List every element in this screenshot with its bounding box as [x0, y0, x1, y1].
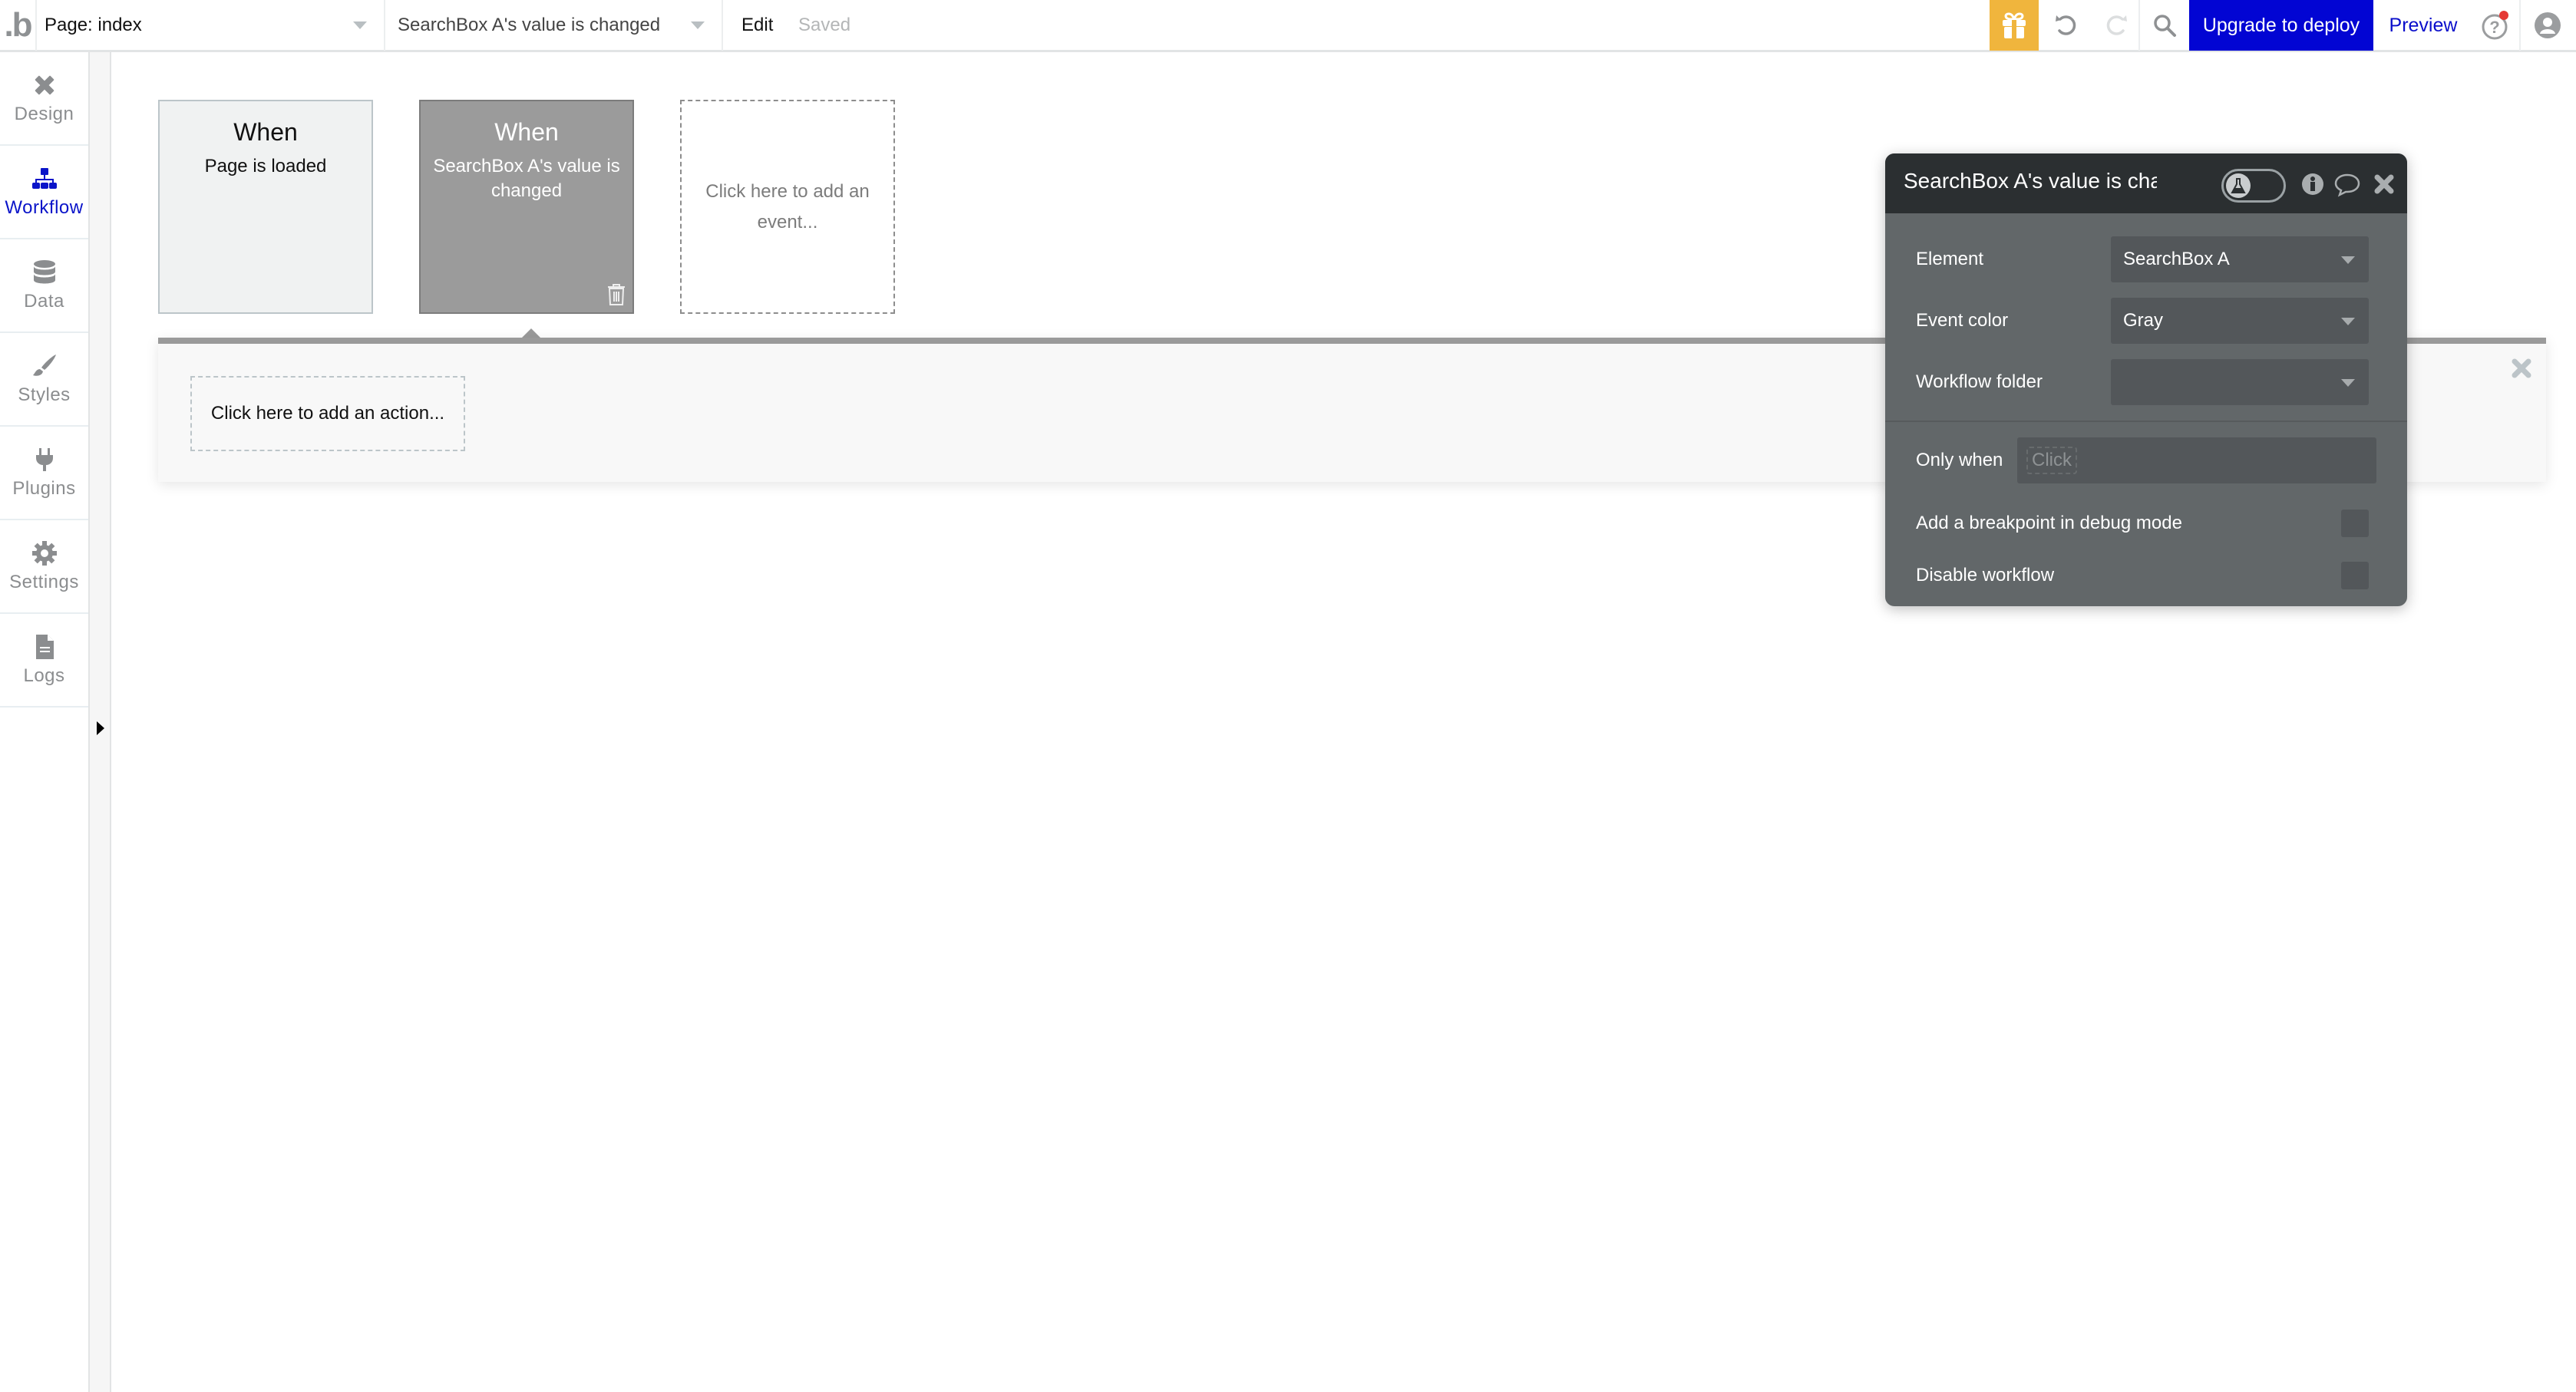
- panel-divider: [1885, 421, 2407, 422]
- event-card-page-loaded[interactable]: When Page is loaded: [158, 100, 373, 314]
- sidebar-item-label: Workflow: [5, 197, 84, 218]
- event-color-dropdown[interactable]: Gray: [2111, 298, 2369, 344]
- field-only-when: Only when Click: [1885, 437, 2407, 483]
- field-label: Only when: [1916, 450, 2003, 470]
- test-mode-toggle[interactable]: [2221, 169, 2286, 203]
- sidebar-item-label: Logs: [23, 665, 65, 686]
- expand-arrow-icon[interactable]: [97, 721, 104, 735]
- field-label: Workflow folder: [1916, 371, 2043, 392]
- expression-placeholder[interactable]: Click: [2026, 447, 2077, 474]
- field-element: Element SearchBox A: [1885, 236, 2407, 282]
- chevron-down-icon: [691, 21, 705, 29]
- workflow-selector-label: SearchBox A's value is changed: [398, 15, 661, 35]
- close-icon[interactable]: [2511, 358, 2532, 379]
- event-property-panel: SearchBox A's value is changed Element: [1885, 153, 2407, 606]
- field-label: Element: [1916, 249, 1984, 269]
- sidebar-collapse-strip: [90, 52, 111, 1392]
- brush-icon: [32, 355, 56, 376]
- sidebar-item-logs[interactable]: Logs: [0, 614, 88, 708]
- panel-title: SearchBox A's value is changed: [1904, 169, 2157, 193]
- save-status: Saved: [798, 15, 851, 35]
- sidebar-item-label: Design: [14, 104, 74, 124]
- close-icon[interactable]: [2373, 173, 2395, 195]
- dropdown-value: Gray: [2123, 310, 2164, 331]
- event-when-label: When: [494, 118, 559, 146]
- database-icon: [33, 260, 55, 284]
- element-dropdown[interactable]: SearchBox A: [2111, 236, 2369, 282]
- workflow-icon: [31, 168, 57, 189]
- sidebar-item-label: Data: [24, 291, 64, 312]
- field-label: Event color: [1916, 310, 2009, 331]
- chevron-down-icon: [353, 21, 367, 29]
- notification-dot: [2499, 11, 2508, 20]
- sidebar-item-styles[interactable]: Styles: [0, 333, 88, 427]
- panel-header: SearchBox A's value is changed: [1885, 153, 2407, 213]
- disable-workflow-checkbox[interactable]: [2341, 562, 2369, 589]
- chevron-down-icon: [2341, 318, 2355, 325]
- page-selector[interactable]: Page: index: [37, 0, 385, 51]
- field-workflow-folder: Workflow folder: [1885, 359, 2407, 405]
- redo-icon: [2106, 15, 2127, 35]
- event-when-label: When: [233, 118, 298, 146]
- account-button[interactable]: [2522, 0, 2573, 51]
- top-bar: .b Page: index SearchBox A's value is ch…: [0, 0, 2576, 52]
- redo-button[interactable]: [2093, 0, 2140, 51]
- trash-icon[interactable]: [606, 283, 626, 306]
- edit-menu[interactable]: Edit: [741, 0, 773, 51]
- gear-icon: [31, 541, 57, 566]
- add-action-button[interactable]: Click here to add an action...: [190, 376, 465, 451]
- event-description: Page is loaded: [204, 156, 327, 176]
- chevron-down-icon: [2341, 379, 2355, 387]
- search-button[interactable]: [2143, 0, 2186, 51]
- add-event-button[interactable]: Click here to add an event...: [680, 100, 895, 314]
- preview-button[interactable]: Preview: [2373, 0, 2473, 51]
- sidebar-item-settings[interactable]: Settings: [0, 520, 88, 614]
- sidebar-item-workflow[interactable]: Workflow: [0, 146, 88, 239]
- field-event-color: Event color Gray: [1885, 298, 2407, 344]
- undo-button[interactable]: [2045, 0, 2088, 51]
- add-event-label: Click here to add an event...: [705, 180, 870, 233]
- sidebar-item-label: Styles: [18, 384, 71, 405]
- info-icon[interactable]: [2301, 173, 2324, 196]
- page-selector-label: Page: index: [45, 15, 142, 35]
- gift-icon: [2003, 12, 2026, 38]
- sidebar-item-label: Settings: [9, 572, 79, 592]
- workflow-selector[interactable]: SearchBox A's value is changed: [385, 0, 723, 51]
- svg-text:?: ?: [2489, 18, 2499, 37]
- sidebar-item-plugins[interactable]: Plugins: [0, 427, 88, 520]
- user-avatar-icon: [2535, 12, 2561, 38]
- chevron-down-icon: [2341, 256, 2355, 264]
- flask-icon: [2226, 173, 2251, 198]
- plug-icon: [35, 448, 53, 471]
- workflow-folder-dropdown[interactable]: [2111, 359, 2369, 405]
- search-icon: [2154, 15, 2176, 37]
- field-label: Add a breakpoint in debug mode: [1916, 513, 2182, 533]
- sidebar-item-design[interactable]: Design: [0, 52, 88, 146]
- sidebar-item-label: Plugins: [12, 478, 76, 499]
- event-card-searchbox-changed[interactable]: When SearchBox A's value is changed: [419, 100, 634, 314]
- bubble-logo[interactable]: .b: [0, 0, 37, 51]
- sidebar-item-data[interactable]: Data: [0, 239, 88, 333]
- document-icon: [35, 635, 54, 659]
- dropdown-value: SearchBox A: [2123, 249, 2230, 269]
- only-when-expression-input[interactable]: Click: [2017, 437, 2376, 483]
- field-label: Disable workflow: [1916, 565, 2055, 585]
- event-description: SearchBox A's value is changed: [433, 156, 620, 201]
- design-icon: [35, 75, 54, 95]
- breakpoint-checkbox[interactable]: [2341, 510, 2369, 537]
- upgrade-to-deploy-button[interactable]: Upgrade to deploy: [2189, 0, 2373, 51]
- comment-icon[interactable]: [2333, 173, 2361, 197]
- help-button[interactable]: ?: [2473, 0, 2521, 51]
- left-sidebar: Design Workflow Data Styles Plugins Sett…: [0, 52, 90, 1392]
- field-disable-workflow: Disable workflow: [1885, 553, 2407, 599]
- undo-icon: [2056, 15, 2076, 35]
- help-icon: ?: [2482, 11, 2508, 40]
- gift-button[interactable]: [1990, 0, 2039, 51]
- field-breakpoint: Add a breakpoint in debug mode: [1885, 500, 2407, 546]
